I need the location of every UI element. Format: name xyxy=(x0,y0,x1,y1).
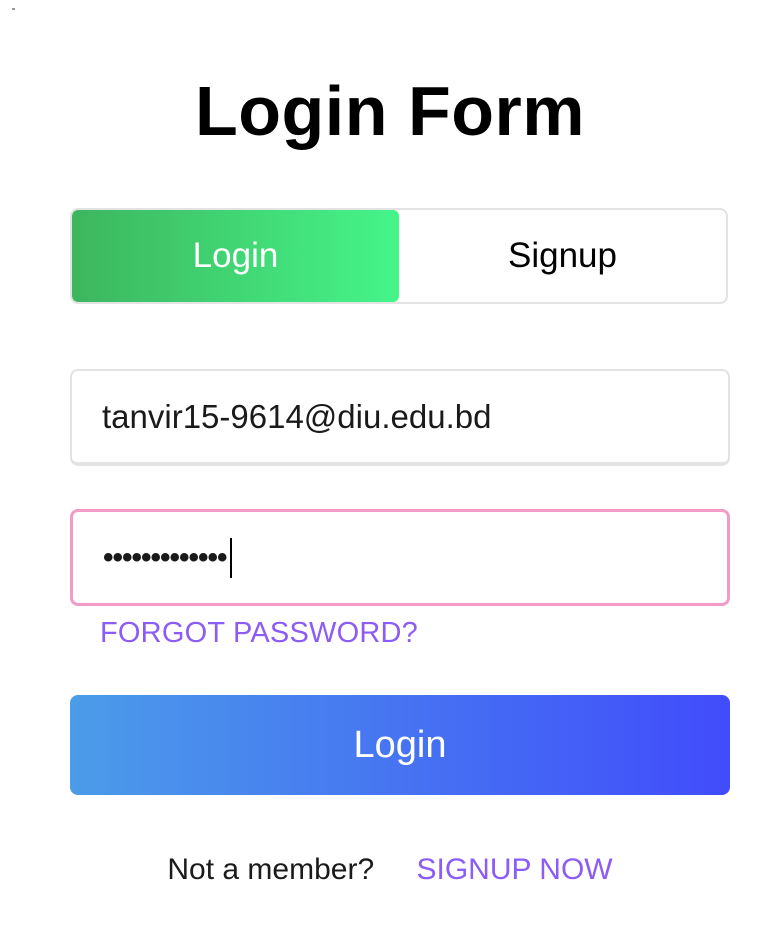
page-title: Login Form xyxy=(195,72,585,150)
signup-now-link[interactable]: SIGNUP NOW xyxy=(416,853,612,886)
email-field[interactable]: tanvir15-9614@diu.edu.bd xyxy=(70,369,730,466)
tab-signup[interactable]: Signup xyxy=(399,210,726,302)
tab-login[interactable]: Login xyxy=(72,210,399,302)
password-field[interactable]: ••••••••••••• xyxy=(70,509,730,606)
text-caret xyxy=(229,537,232,578)
forgot-password-link[interactable]: FORGOT PASSWORD? xyxy=(100,617,418,650)
password-value: ••••••••••••• xyxy=(103,540,228,574)
not-member-text: Not a member? xyxy=(167,853,375,886)
signup-prompt: Not a member? SIGNUP NOW xyxy=(0,853,780,887)
login-page: Login Form Login Signup tanvir15-9614@di… xyxy=(0,0,780,947)
login-button[interactable]: Login xyxy=(70,695,730,795)
corner-mark xyxy=(12,8,15,10)
tab-switcher: Login Signup xyxy=(70,208,728,304)
email-value: tanvir15-9614@diu.edu.bd xyxy=(102,397,492,435)
